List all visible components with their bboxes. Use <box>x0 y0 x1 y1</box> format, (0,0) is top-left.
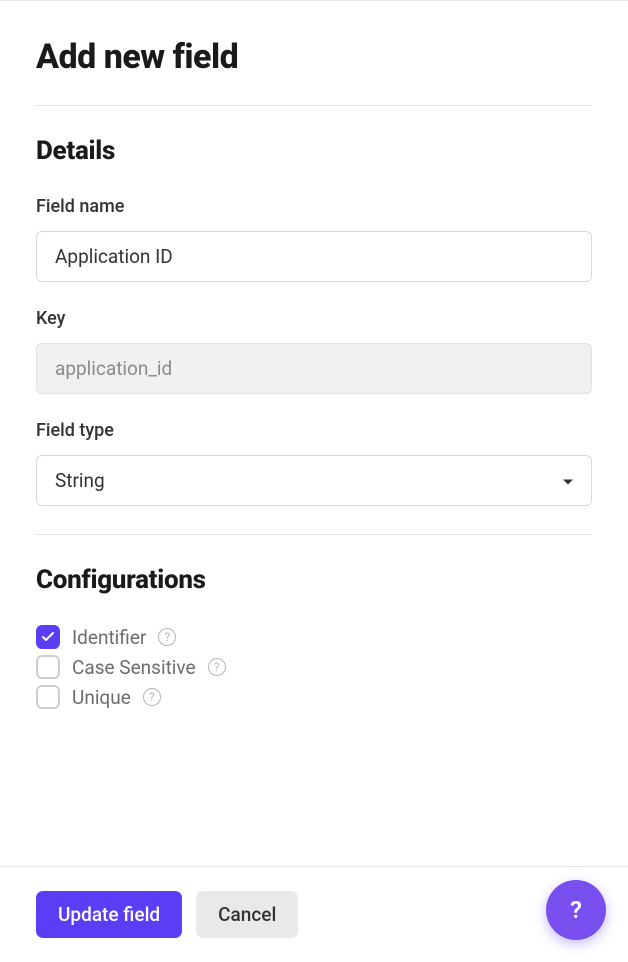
divider <box>36 105 592 106</box>
divider <box>36 534 592 535</box>
cancel-button[interactable]: Cancel <box>196 891 298 938</box>
config-row-identifier: Identifier ? <box>36 625 592 649</box>
check-icon <box>42 632 54 642</box>
case-sensitive-label: Case Sensitive <box>72 656 196 679</box>
help-icon[interactable]: ? <box>143 688 161 706</box>
field-type-select[interactable]: String <box>36 455 592 506</box>
field-type-label: Field type <box>36 420 592 441</box>
key-input <box>36 343 592 394</box>
config-row-unique: Unique ? <box>36 685 592 709</box>
config-row-case-sensitive: Case Sensitive ? <box>36 655 592 679</box>
help-fab-button[interactable]: ? <box>546 880 606 940</box>
help-icon[interactable]: ? <box>158 628 176 646</box>
help-icon[interactable]: ? <box>208 658 226 676</box>
field-type-group: Field type String <box>36 420 592 506</box>
page-title: Add new field <box>36 37 592 77</box>
key-group: Key <box>36 308 592 394</box>
key-label: Key <box>36 308 592 329</box>
identifier-label: Identifier <box>72 626 146 649</box>
section-details-title: Details <box>36 136 592 166</box>
footer: Update field Cancel <box>0 866 628 962</box>
identifier-checkbox[interactable] <box>36 625 60 649</box>
field-name-label: Field name <box>36 196 592 217</box>
update-field-button[interactable]: Update field <box>36 891 182 938</box>
section-configurations-title: Configurations <box>36 565 592 595</box>
case-sensitive-checkbox[interactable] <box>36 655 60 679</box>
unique-label: Unique <box>72 686 131 709</box>
field-name-input[interactable] <box>36 231 592 282</box>
field-name-group: Field name <box>36 196 592 282</box>
unique-checkbox[interactable] <box>36 685 60 709</box>
